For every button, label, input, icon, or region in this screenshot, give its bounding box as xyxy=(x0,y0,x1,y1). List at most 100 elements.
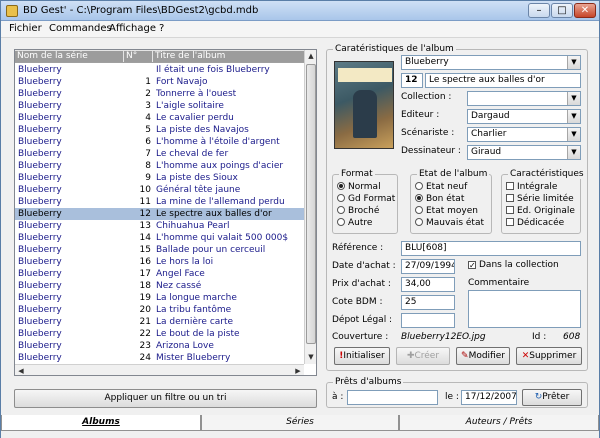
preter-button[interactable]: ↻Prêter xyxy=(522,389,582,406)
scroll-left-arrow-icon[interactable]: ◀ xyxy=(15,365,27,375)
horizontal-scrollbar[interactable]: ◀ ▶ xyxy=(15,364,304,375)
menu-affichage[interactable]: Affichage xyxy=(109,23,156,34)
creer-button[interactable]: ✚Créer xyxy=(396,347,450,365)
titre-field[interactable]: Le spectre aux balles d'or xyxy=(425,73,581,88)
date-achat-field[interactable]: 27/09/1994 xyxy=(401,259,455,274)
cell-titre: La piste des Navajos xyxy=(156,125,249,135)
caracteristique-checkbox-1[interactable]: Série limitée xyxy=(506,194,574,204)
cell-serie: Blueberry xyxy=(18,245,62,255)
editeur-value: Dargaud xyxy=(471,111,510,121)
etat-radio-2[interactable]: Etat moyen xyxy=(415,206,478,216)
cell-serie: Blueberry xyxy=(18,341,62,351)
table-row[interactable]: Blueberry 14 L'homme qui valait 500 000$ xyxy=(15,232,304,244)
table-row[interactable]: Blueberry 9 La piste des Sioux xyxy=(15,172,304,184)
cell-serie: Blueberry xyxy=(18,197,62,207)
table-row[interactable]: Blueberry 4 Le cavalier perdu xyxy=(15,112,304,124)
table-row[interactable]: Blueberry 2 Tonnerre à l'ouest xyxy=(15,88,304,100)
menu-help[interactable]: ? xyxy=(159,23,164,34)
table-row[interactable]: Blueberry 11 La mine de l'allemand perdu xyxy=(15,196,304,208)
dropdown-arrow-icon[interactable]: ▼ xyxy=(567,110,580,123)
dessinateur-value: Giraud xyxy=(471,147,502,157)
table-row[interactable]: Blueberry 5 La piste des Navajos xyxy=(15,124,304,136)
table-row[interactable]: Blueberry 24 Mister Blueberry xyxy=(15,352,304,364)
format-radio-2[interactable]: Broché xyxy=(337,206,379,216)
etat-radio-1[interactable]: Bon état xyxy=(415,194,464,204)
depot-legal-field[interactable] xyxy=(401,313,455,328)
tab-albums[interactable]: Albums xyxy=(1,415,201,431)
close-button[interactable]: ✕ xyxy=(574,3,596,18)
caracteristique-checkbox-3[interactable]: Dédicacée xyxy=(506,218,564,228)
vertical-scrollbar[interactable]: ▲ ▼ xyxy=(304,50,316,364)
numero-field[interactable]: 12 xyxy=(401,73,423,88)
supprimer-button[interactable]: ✕Supprimer xyxy=(516,347,582,365)
tab-series[interactable]: Séries xyxy=(201,415,399,431)
table-row[interactable]: Blueberry 1 Fort Navajo xyxy=(15,76,304,88)
table-row[interactable]: Blueberry 15 Ballade pour un cerceuil xyxy=(15,244,304,256)
scroll-right-arrow-icon[interactable]: ▶ xyxy=(292,365,304,375)
dropdown-arrow-icon[interactable]: ▼ xyxy=(567,146,580,159)
dropdown-arrow-icon[interactable]: ▼ xyxy=(567,92,580,105)
cell-numero: 6 xyxy=(145,137,151,147)
cell-numero: 19 xyxy=(139,293,151,303)
album-list: Nom de la série N° Titre de l'album Blue… xyxy=(14,49,317,376)
format-radio-0[interactable]: Normal xyxy=(337,182,381,192)
scroll-down-arrow-icon[interactable]: ▼ xyxy=(305,351,316,363)
dropdown-arrow-icon[interactable]: ▼ xyxy=(567,128,580,141)
title-bar[interactable]: BD Gest' - C:\Program Files\BDGest2\gcbd… xyxy=(1,1,599,21)
cote-bdm-field[interactable]: 25 xyxy=(401,295,455,310)
caracteristique-checkbox-2[interactable]: Ed. Originale xyxy=(506,206,575,216)
col-header-numero[interactable]: N° xyxy=(124,51,152,62)
etat-radio-0[interactable]: Etat neuf xyxy=(415,182,467,192)
table-row[interactable]: Blueberry 8 L'homme aux poings d'acier xyxy=(15,160,304,172)
prix-achat-field[interactable]: 34,00 xyxy=(401,277,455,292)
table-row[interactable]: Blueberry 10 Général tête jaune xyxy=(15,184,304,196)
menu-commandes[interactable]: Commandes xyxy=(49,23,112,34)
table-row[interactable]: Blueberry 17 Angel Face xyxy=(15,268,304,280)
table-row[interactable]: Blueberry 21 La dernière carte xyxy=(15,316,304,328)
dessinateur-label: Dessinateur : xyxy=(401,146,461,156)
collection-combo[interactable]: ▼ xyxy=(467,91,581,106)
minimize-button[interactable]: – xyxy=(528,3,550,18)
table-row[interactable]: Blueberry 19 La longue marche xyxy=(15,292,304,304)
table-row[interactable]: Blueberry Il était une fois Blueberry xyxy=(15,64,304,76)
dropdown-arrow-icon[interactable]: ▼ xyxy=(567,56,580,69)
table-row[interactable]: Blueberry 13 Chihuahua Pearl xyxy=(15,220,304,232)
tab-auteurs-prets[interactable]: Auteurs / Prêts xyxy=(399,415,599,431)
caracteristique-checkbox-0[interactable]: Intégrale xyxy=(506,182,557,192)
scenariste-combo[interactable]: Charlier ▼ xyxy=(467,127,581,142)
table-row[interactable]: Blueberry 20 La tribu fantôme xyxy=(15,304,304,316)
table-row[interactable]: Blueberry 6 L'homme à l'étoile d'argent xyxy=(15,136,304,148)
pret-le-field[interactable]: 17/12/2007 xyxy=(461,390,517,405)
table-row[interactable]: Blueberry 23 Arizona Love xyxy=(15,340,304,352)
table-row[interactable]: Blueberry 7 Le cheval de fer xyxy=(15,148,304,160)
table-row[interactable]: Blueberry 12 Le spectre aux balles d'or xyxy=(15,208,304,220)
etat-radio-3[interactable]: Mauvais état xyxy=(415,218,484,228)
table-row[interactable]: Blueberry 16 Le hors la loi xyxy=(15,256,304,268)
etat-legend: Etat de l'album xyxy=(417,169,490,179)
cell-numero: 24 xyxy=(139,353,151,363)
col-header-serie[interactable]: Nom de la série xyxy=(15,51,123,62)
apply-filter-button[interactable]: Appliquer un filtre ou un tri xyxy=(14,389,317,408)
table-row[interactable]: Blueberry 22 Le bout de la piste xyxy=(15,328,304,340)
cell-numero: 11 xyxy=(139,197,151,207)
table-row[interactable]: Blueberry 18 Nez cassé xyxy=(15,280,304,292)
commentaire-textarea[interactable] xyxy=(468,290,581,328)
scroll-thumb[interactable] xyxy=(306,64,316,344)
editeur-combo[interactable]: Dargaud ▼ xyxy=(467,109,581,124)
radio-icon xyxy=(415,206,423,214)
serie-combo[interactable]: Blueberry ▼ xyxy=(401,55,581,70)
menu-fichier[interactable]: Fichier xyxy=(9,23,42,34)
cell-numero: 12 xyxy=(139,209,151,219)
col-header-titre[interactable]: Titre de l'album xyxy=(153,51,304,62)
pret-a-field[interactable] xyxy=(347,390,438,405)
format-radio-3[interactable]: Autre xyxy=(337,218,372,228)
format-radio-1[interactable]: Gd Format xyxy=(337,194,395,204)
maximize-button[interactable]: □ xyxy=(551,3,573,18)
table-row[interactable]: Blueberry 3 L'aigle solitaire xyxy=(15,100,304,112)
modifier-button[interactable]: ✎Modifier xyxy=(456,347,510,365)
dans-collection-checkbox[interactable]: ✓ Dans la collection xyxy=(468,260,559,270)
dessinateur-combo[interactable]: Giraud ▼ xyxy=(467,145,581,160)
reference-field[interactable]: BLU[608] xyxy=(401,241,581,256)
scroll-up-arrow-icon[interactable]: ▲ xyxy=(305,50,316,62)
initialiser-button[interactable]: !Initialiser xyxy=(334,347,390,365)
